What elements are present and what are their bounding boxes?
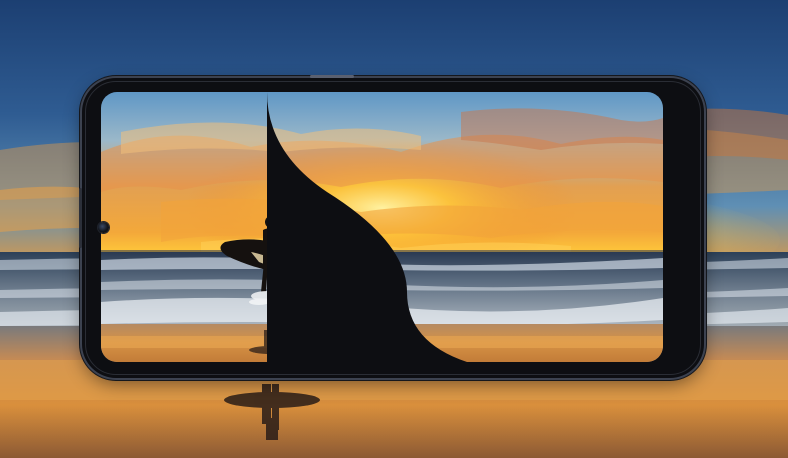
phone-screen	[101, 92, 663, 362]
phone-top-speaker	[310, 75, 354, 78]
front-camera-icon	[98, 222, 109, 233]
screen-notch	[267, 92, 467, 362]
smartphone	[79, 75, 704, 378]
phone-side-button	[79, 188, 82, 248]
background-scene	[0, 0, 788, 458]
